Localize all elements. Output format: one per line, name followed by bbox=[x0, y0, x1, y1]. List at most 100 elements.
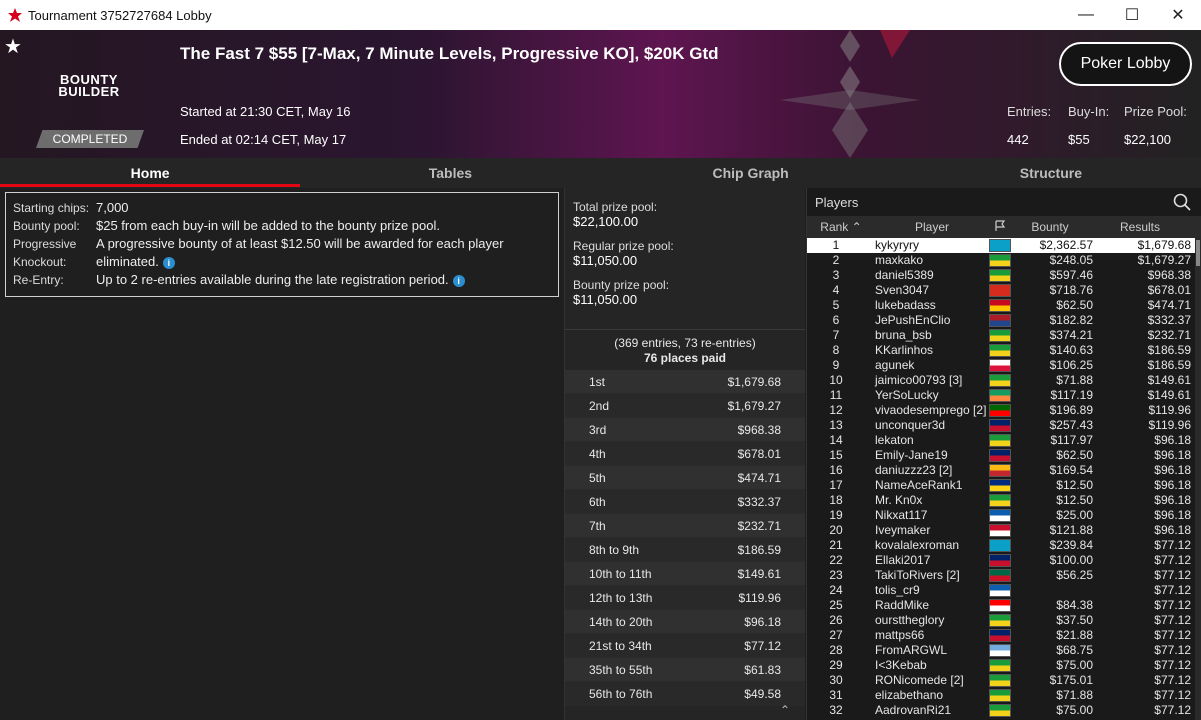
player-row[interactable]: 21 kovalalexroman $239.84 $77.12 bbox=[807, 538, 1195, 553]
player-rank: 20 bbox=[829, 523, 843, 537]
player-result: $77.12 bbox=[1154, 688, 1191, 702]
player-name: Ellaki2017 bbox=[875, 553, 931, 567]
player-rank: 25 bbox=[829, 598, 843, 612]
player-result: $474.71 bbox=[1147, 298, 1191, 312]
player-bounty: $62.50 bbox=[1056, 298, 1093, 312]
bounty-prize-value: $11,050.00 bbox=[573, 292, 638, 307]
player-bounty: $196.89 bbox=[1049, 403, 1093, 417]
tab-chip-graph[interactable]: Chip Graph bbox=[601, 158, 901, 188]
player-result: $96.18 bbox=[1154, 523, 1191, 537]
player-row[interactable]: 16 daniuzzz23 [2] $169.54 $96.18 bbox=[807, 463, 1195, 478]
poker-lobby-button[interactable]: Poker Lobby bbox=[1059, 42, 1192, 86]
country-flag-icon bbox=[989, 494, 1011, 507]
scrollbar-thumb[interactable] bbox=[1196, 240, 1200, 266]
info-row-starting-chips: Starting chips: 7,000 bbox=[13, 200, 129, 215]
tab-structure[interactable]: Structure bbox=[901, 158, 1201, 188]
player-result: $119.96 bbox=[1148, 403, 1192, 417]
player-row[interactable]: 32 AadrovanRi21 $75.00 $77.12 bbox=[807, 703, 1195, 718]
player-name: I<3Kebab bbox=[875, 658, 927, 672]
payout-amount: $186.59 bbox=[737, 543, 781, 557]
column-player[interactable]: Player bbox=[875, 220, 989, 234]
player-row[interactable]: 18 Mr. Kn0x $12.50 $96.18 bbox=[807, 493, 1195, 508]
tab-home[interactable]: Home bbox=[0, 158, 301, 188]
payout-place: 21st to 34th bbox=[589, 639, 652, 653]
player-rank: 24 bbox=[829, 583, 843, 597]
player-row[interactable]: 11 YerSoLucky $117.19 $149.61 bbox=[807, 388, 1195, 403]
player-row[interactable]: 24 tolis_cr9 $77.12 bbox=[807, 583, 1195, 598]
player-row[interactable]: 1 kykyryry $2,362.57 $1,679.68 bbox=[807, 238, 1195, 253]
player-row[interactable]: 20 Iveymaker $121.88 $96.18 bbox=[807, 523, 1195, 538]
payout-row: 14th to 20th $96.18 bbox=[565, 610, 805, 634]
player-bounty: $117.97 bbox=[1050, 433, 1094, 447]
favorite-star-icon[interactable]: ★ bbox=[4, 34, 22, 59]
player-name: vivaodesemprego [2] bbox=[875, 403, 987, 417]
player-rank: 17 bbox=[829, 478, 843, 492]
player-rank: 22 bbox=[829, 553, 843, 567]
player-bounty: $12.50 bbox=[1056, 478, 1093, 492]
player-rank: 1 bbox=[832, 238, 840, 252]
minimize-button[interactable]: — bbox=[1063, 0, 1109, 30]
player-rank: 29 bbox=[829, 658, 843, 672]
player-row[interactable]: 19 Nikxat117 $25.00 $96.18 bbox=[807, 508, 1195, 523]
player-row[interactable]: 5 lukebadass $62.50 $474.71 bbox=[807, 298, 1195, 313]
player-row[interactable]: 15 Emily-Jane19 $62.50 $96.18 bbox=[807, 448, 1195, 463]
player-row[interactable]: 30 RONicomede [2] $175.01 $77.12 bbox=[807, 673, 1195, 688]
bounty-prize-label: Bounty prize pool: bbox=[573, 278, 670, 292]
column-results[interactable]: Results bbox=[1089, 220, 1191, 234]
player-bounty: $56.25 bbox=[1056, 568, 1093, 582]
search-icon[interactable] bbox=[1173, 193, 1191, 211]
players-table-header: Rank ⌃ Player Bounty Results bbox=[807, 216, 1201, 238]
player-result: $232.71 bbox=[1147, 328, 1191, 342]
player-row[interactable]: 27 mattps66 $21.88 $77.12 bbox=[807, 628, 1195, 643]
maximize-button[interactable]: ☐ bbox=[1109, 0, 1155, 30]
player-row[interactable]: 3 daniel5389 $597.46 $968.38 bbox=[807, 268, 1195, 283]
column-rank[interactable]: Rank ⌃ bbox=[807, 220, 875, 234]
player-result: $332.37 bbox=[1147, 313, 1191, 327]
players-scrollbar[interactable] bbox=[1195, 238, 1201, 720]
column-flag[interactable] bbox=[989, 219, 1011, 235]
player-row[interactable]: 4 Sven3047 $718.76 $678.01 bbox=[807, 283, 1195, 298]
payout-amount: $77.12 bbox=[744, 639, 781, 653]
close-button[interactable]: ✕ bbox=[1155, 0, 1201, 30]
player-row[interactable]: 28 FromARGWL $68.75 $77.12 bbox=[807, 643, 1195, 658]
player-rank: 11 bbox=[829, 388, 843, 402]
player-row[interactable]: 7 bruna_bsb $374.21 $232.71 bbox=[807, 328, 1195, 343]
scroll-up-icon[interactable]: ⌃ bbox=[780, 703, 790, 717]
player-row[interactable]: 31 elizabethano $71.88 $77.12 bbox=[807, 688, 1195, 703]
player-bounty: $117.19 bbox=[1050, 388, 1094, 402]
window-title: Tournament 3752727684 Lobby bbox=[28, 7, 212, 23]
payout-row: 35th to 55th $61.83 bbox=[565, 658, 805, 682]
player-row[interactable]: 8 KKarlinhos $140.63 $186.59 bbox=[807, 343, 1195, 358]
player-row[interactable]: 26 oursttheglory $37.50 $77.12 bbox=[807, 613, 1195, 628]
player-rank: 3 bbox=[832, 268, 840, 282]
player-row[interactable]: 9 agunek $106.25 $186.59 bbox=[807, 358, 1195, 373]
player-bounty: $71.88 bbox=[1056, 688, 1093, 702]
player-result: $77.12 bbox=[1154, 673, 1191, 687]
payout-amount: $119.96 bbox=[738, 591, 782, 605]
player-rank: 6 bbox=[832, 313, 840, 327]
player-result: $968.38 bbox=[1147, 268, 1191, 282]
info-icon[interactable]: i bbox=[162, 256, 175, 269]
country-flag-icon bbox=[989, 674, 1011, 687]
player-row[interactable]: 14 lekaton $117.97 $96.18 bbox=[807, 433, 1195, 448]
player-row[interactable]: 23 TakiToRivers [2] $56.25 $77.12 bbox=[807, 568, 1195, 583]
player-bounty: $257.43 bbox=[1049, 418, 1093, 432]
player-row[interactable]: 13 unconquer3d $257.43 $119.96 bbox=[807, 418, 1195, 433]
player-row[interactable]: 17 NameAceRank1 $12.50 $96.18 bbox=[807, 478, 1195, 493]
country-flag-icon bbox=[989, 599, 1011, 612]
player-row[interactable]: 10 jaimico00793 [3] $71.88 $149.61 bbox=[807, 373, 1195, 388]
player-row[interactable]: 29 I<3Kebab $75.00 $77.12 bbox=[807, 658, 1195, 673]
column-bounty[interactable]: Bounty bbox=[1011, 220, 1089, 234]
tournament-title: The Fast 7 $55 [7-Max, 7 Minute Levels, … bbox=[180, 44, 719, 63]
player-row[interactable]: 2 maxkako $248.05 $1,679.27 bbox=[807, 253, 1195, 268]
info-icon[interactable]: i bbox=[452, 274, 465, 287]
country-flag-icon bbox=[989, 704, 1011, 717]
player-row[interactable]: 6 JePushEnClio $182.82 $332.37 bbox=[807, 313, 1195, 328]
player-row[interactable]: 22 Ellaki2017 $100.00 $77.12 bbox=[807, 553, 1195, 568]
country-flag-icon bbox=[989, 419, 1011, 432]
player-row[interactable]: 25 RaddMike $84.38 $77.12 bbox=[807, 598, 1195, 613]
player-result: $186.59 bbox=[1147, 358, 1191, 372]
player-row[interactable]: 12 vivaodesemprego [2] $196.89 $119.96 bbox=[807, 403, 1195, 418]
country-flag-icon bbox=[989, 404, 1011, 417]
tab-tables[interactable]: Tables bbox=[300, 158, 600, 188]
